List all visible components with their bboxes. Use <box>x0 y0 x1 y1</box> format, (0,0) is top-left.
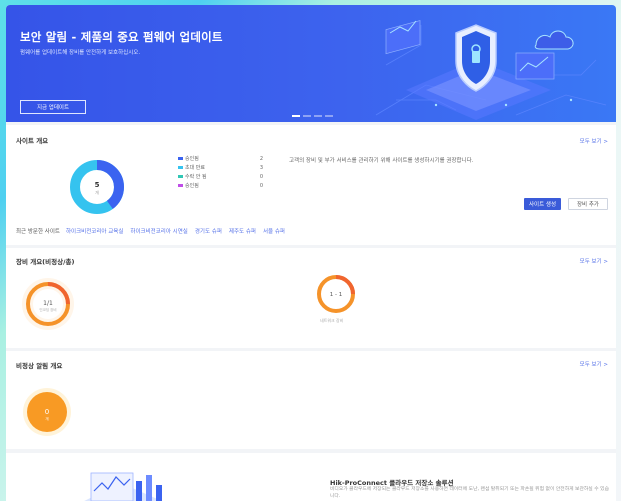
network-device-ring: 1 - 1 <box>317 275 355 313</box>
recent-sites-label: 최근 방문한 사이트 <box>16 229 60 235</box>
legend-count: 2 <box>259 155 263 162</box>
promo-title: Hik-ProConnect 클라우드 저장소 솔루션 <box>330 479 454 487</box>
legend-item: 승인됨 0 <box>178 181 263 190</box>
alarm-count-value: 0 <box>45 408 49 416</box>
recent-site-link[interactable]: 하이크비전코리아 교육실 <box>66 227 123 235</box>
legend-count: 3 <box>259 164 263 171</box>
encoding-device-caption: 인코딩 장비 <box>39 307 56 312</box>
recent-site-link[interactable]: 서울 슈퍼 <box>263 227 285 235</box>
update-now-button[interactable]: 지금 업데이트 <box>20 100 86 114</box>
site-overview-view-all-link[interactable]: 모두 보기 > <box>580 137 608 145</box>
alarm-overview-card: 비정상 알림 개요 모두 보기 > 0 개 <box>6 351 616 449</box>
device-overview-card: 장비 개요(비정상/총) 모두 보기 > 1/1 인코딩 장비 1 - 1 네트… <box>6 248 616 348</box>
legend-color-swatch <box>178 157 183 160</box>
network-device-caption: 네트워크 장비 <box>320 318 344 323</box>
legend-color-swatch <box>178 166 183 169</box>
create-site-button[interactable]: 사이트 생성 <box>524 198 561 210</box>
device-overview-title: 장비 개요(비정상/총) <box>16 258 75 266</box>
site-overview-card: 사이트 개요 모두 보기 > 5 개 승인됨 2 초대 만료 3 수락 안 됨 <box>6 125 616 245</box>
legend-item: 승인됨 2 <box>178 154 263 163</box>
encoding-device-ring: 1/1 인코딩 장비 <box>22 278 74 330</box>
banner-description: 펌웨어를 업데이트해 장비를 안전하게 보호하십시오. <box>20 50 141 56</box>
alarm-count-circle: 0 개 <box>23 388 71 436</box>
cloud-storage-promo-card: Hik-ProConnect 클라우드 저장소 솔루션 비디오가 클라우드에 저… <box>6 453 616 501</box>
recent-sites-bar: 최근 방문한 사이트 하이크비전코리아 교육실 하이크비전코리아 시연실 경기도… <box>16 227 292 235</box>
device-overview-view-all-link[interactable]: 모두 보기 > <box>580 257 608 265</box>
legend-color-swatch <box>178 175 183 178</box>
recent-site-link[interactable]: 하이크비전코리아 시연실 <box>130 227 187 235</box>
carousel-dot[interactable] <box>303 115 311 117</box>
cloud-storage-illustration <box>84 472 162 501</box>
legend-label: 승인됨 <box>185 156 199 162</box>
site-total-caption: 개 <box>95 189 99 195</box>
alarm-overview-title: 비정상 알림 개요 <box>16 362 63 370</box>
alarm-count-caption: 개 <box>45 416 48 421</box>
network-device-value: 1 - 1 <box>330 292 342 298</box>
legend-label: 수락 안 됨 <box>185 174 207 180</box>
site-status-legend: 승인됨 2 초대 만료 3 수락 안 됨 0 승인됨 0 <box>178 154 263 190</box>
legend-label: 승인됨 <box>185 183 199 189</box>
site-recommendation-text: 고객의 장비 및 부가 서비스를 관리하기 위해 사이트를 생성하시기를 권장합… <box>289 158 474 164</box>
site-overview-title: 사이트 개요 <box>16 137 49 145</box>
security-banner: 보안 알림 - 제품의 중요 펌웨어 업데이트 펌웨어를 업데이트해 장비를 안… <box>6 5 616 122</box>
legend-count: 0 <box>259 173 263 180</box>
legend-item: 초대 만료 3 <box>178 163 263 172</box>
add-device-button[interactable]: 장비 추가 <box>568 198 608 210</box>
legend-item: 수락 안 됨 0 <box>178 172 263 181</box>
encoding-device-value: 1/1 <box>43 300 53 307</box>
security-shield-illustration <box>375 20 607 120</box>
legend-label: 초대 만료 <box>185 165 205 171</box>
banner-carousel-indicators <box>292 115 333 117</box>
promo-description: 비디오가 클라우드에 저장되는 클라우드 저장소를 사용하면 데이터에 도난, … <box>330 487 610 499</box>
legend-color-swatch <box>178 184 183 187</box>
dashboard-frame: 보안 알림 - 제품의 중요 펌웨어 업데이트 펌웨어를 업데이트해 장비를 안… <box>6 5 616 501</box>
site-total-value: 5 <box>95 181 100 189</box>
carousel-dot[interactable] <box>314 115 322 117</box>
site-donut-chart: 5 개 <box>70 160 124 214</box>
recent-site-link[interactable]: 경기도 슈퍼 <box>195 227 222 235</box>
carousel-dot[interactable] <box>292 115 300 117</box>
legend-count: 0 <box>259 182 263 189</box>
banner-title: 보안 알림 - 제품의 중요 펌웨어 업데이트 <box>20 30 223 44</box>
alarm-overview-view-all-link[interactable]: 모두 보기 > <box>580 360 608 368</box>
recent-site-link[interactable]: 제주도 슈퍼 <box>229 227 256 235</box>
carousel-dot[interactable] <box>325 115 333 117</box>
